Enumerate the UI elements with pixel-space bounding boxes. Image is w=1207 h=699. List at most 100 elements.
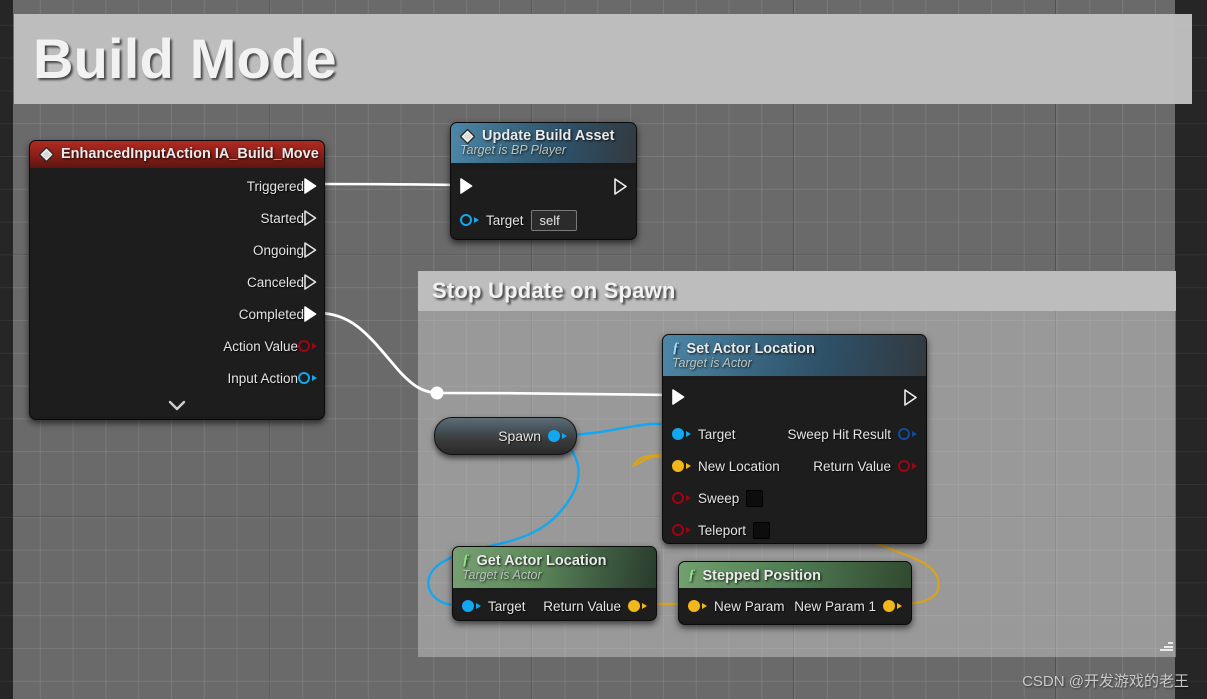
data-pin-target[interactable] (462, 600, 481, 612)
pin-row-action-value[interactable]: Action Value (30, 330, 324, 362)
node-get-actor-location[interactable]: ƒ Get Actor Location Target is Actor Tar… (452, 546, 657, 621)
exec-pin-in[interactable] (672, 389, 685, 405)
pin-label: Input Action (227, 370, 298, 386)
exec-pin-out[interactable] (614, 178, 627, 195)
data-pin-sweep-hit-result[interactable] (898, 428, 917, 440)
pin-row-ongoing[interactable]: Ongoing (30, 234, 324, 266)
function-f-icon: ƒ (672, 340, 680, 356)
node-subtitle: Target is Actor (462, 568, 542, 582)
data-pin-teleport[interactable] (672, 524, 691, 536)
node-header: ƒ Stepped Position (679, 562, 911, 588)
data-pin-action-value[interactable] (298, 340, 317, 352)
pin-label: Target (488, 598, 526, 614)
comment-box-build-mode[interactable]: Build Mode (14, 14, 1192, 104)
comment-title: Stop Update on Spawn (432, 278, 676, 303)
pin-label: Completed (238, 306, 304, 322)
data-pin-spawn-out[interactable] (548, 430, 567, 442)
pin-row-input-action[interactable]: Input Action (30, 362, 324, 394)
pin-label: Canceled (246, 274, 304, 290)
data-pin-new-param[interactable] (688, 600, 707, 612)
function-f-icon: ƒ (688, 567, 696, 583)
node-enhanced-input-action[interactable]: EnhancedInputAction IA_Build_Move Trigge… (29, 140, 325, 420)
target-value-field[interactable]: self (530, 209, 577, 231)
pin-label: Target (698, 426, 736, 442)
pin-label: Triggered (246, 178, 304, 194)
node-title: Stepped Position (702, 567, 821, 584)
exec-pin-canceled[interactable] (304, 274, 317, 290)
pin-label: New Param (714, 598, 785, 614)
exec-pin-triggered[interactable] (304, 178, 317, 194)
comment-title-bar[interactable]: Build Mode (14, 14, 1192, 104)
teleport-checkbox[interactable] (753, 521, 771, 539)
node-title: Get Actor Location (476, 552, 607, 569)
function-f-icon: ƒ (462, 552, 470, 568)
node-body: Target Sweep Hit Result New Location Ret… (663, 380, 926, 543)
node-subtitle: Target is Actor (672, 356, 752, 370)
node-header: EnhancedInputAction IA_Build_Move (30, 141, 324, 168)
node-body: Triggered Started Ongoing Canceled Compl… (30, 168, 324, 416)
blueprint-graph-editor[interactable]: Build Mode Stop Update on Spawn Enhanced… (0, 0, 1207, 699)
node-title: EnhancedInputAction IA_Build_Move (61, 146, 319, 162)
node-header: Update Build Asset Target is BP Player (451, 123, 636, 163)
exec-pin-started[interactable] (304, 210, 317, 226)
chevron-down-icon[interactable] (30, 394, 324, 416)
pin-label: Return Value (543, 598, 621, 614)
pin-label: Ongoing (252, 242, 304, 258)
data-pin-sweep[interactable] (672, 492, 691, 504)
data-pin-target[interactable] (672, 428, 691, 440)
data-pin-new-param-1[interactable] (883, 600, 902, 612)
exec-row (663, 380, 926, 414)
pin-row-target[interactable]: Target Return Value (453, 591, 656, 620)
diamond-icon (460, 128, 475, 144)
node-title: Spawn (498, 428, 541, 444)
node-update-build-asset[interactable]: Update Build Asset Target is BP Player T… (450, 122, 637, 240)
node-title: Set Actor Location (686, 340, 815, 357)
watermark: CSDN @开发游戏的老王 (1022, 673, 1189, 690)
pin-row-teleport[interactable]: Teleport (663, 514, 926, 543)
pin-row-canceled[interactable]: Canceled (30, 266, 324, 298)
pin-row-started[interactable]: Started (30, 202, 324, 234)
pin-label: Action Value (223, 338, 298, 354)
comment-resize-handle[interactable] (1157, 638, 1173, 654)
node-header: ƒ Get Actor Location Target is Actor (453, 547, 656, 588)
pin-label: New Location (698, 458, 780, 474)
node-stepped-position[interactable]: ƒ Stepped Position New Param New Param 1 (678, 561, 912, 625)
node-set-actor-location[interactable]: ƒ Set Actor Location Target is Actor Tar… (662, 334, 927, 544)
canvas-right-gutter (1175, 0, 1207, 699)
exec-pin-completed[interactable] (304, 306, 317, 322)
pin-row-new-location[interactable]: New Location Return Value (663, 450, 926, 482)
pin-label: New Param 1 (794, 598, 876, 614)
comment-title: Build Mode (33, 27, 337, 90)
pin-row-completed[interactable]: Completed (30, 298, 324, 330)
node-title: Update Build Asset (482, 128, 615, 144)
canvas-left-gutter (0, 0, 13, 699)
pin-label: Sweep Hit Result (787, 426, 891, 442)
pin-row-target[interactable]: Target Sweep Hit Result (663, 418, 926, 450)
pin-label: Return Value (813, 458, 891, 474)
node-spawn-variable[interactable]: Spawn (434, 417, 577, 455)
node-body: Target self (451, 169, 636, 237)
exec-row (451, 169, 636, 203)
diamond-icon (39, 146, 54, 162)
pin-label: Sweep (698, 490, 740, 506)
pin-label: Target (486, 212, 524, 228)
pin-label: Teleport (698, 522, 747, 538)
node-subtitle: Target is BP Player (460, 143, 567, 157)
comment-title-bar[interactable]: Stop Update on Spawn (418, 271, 1176, 311)
node-header: ƒ Set Actor Location Target is Actor (663, 335, 926, 376)
exec-pin-out[interactable] (904, 389, 917, 406)
pin-row-target[interactable]: Target self (451, 203, 636, 237)
pin-row-new-param[interactable]: New Param New Param 1 (679, 591, 911, 621)
sweep-checkbox[interactable] (746, 489, 764, 507)
data-pin-input-action[interactable] (298, 372, 317, 384)
exec-pin-ongoing[interactable] (304, 242, 317, 258)
data-pin-return-value[interactable] (898, 460, 917, 472)
data-pin-new-location[interactable] (672, 460, 691, 472)
pin-row-triggered[interactable]: Triggered (30, 170, 324, 202)
data-pin-return-value[interactable] (628, 600, 647, 612)
exec-pin-in[interactable] (460, 178, 473, 194)
data-pin-target[interactable] (460, 214, 479, 226)
pin-row-sweep[interactable]: Sweep (663, 482, 926, 514)
node-body: Target Return Value (453, 591, 656, 620)
pin-label: Started (260, 210, 304, 226)
